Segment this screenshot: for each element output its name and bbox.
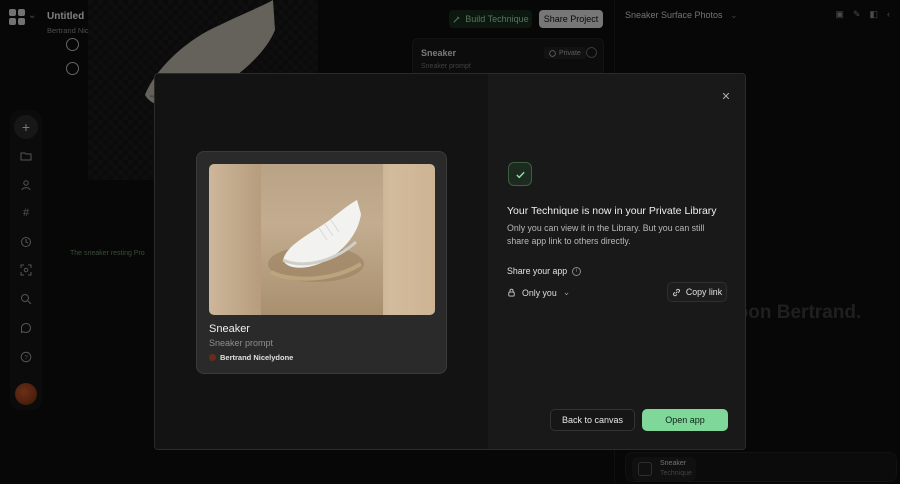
lock-icon (508, 288, 515, 297)
open-app-button[interactable]: Open app (642, 409, 728, 431)
close-icon[interactable]: ✕ (720, 90, 732, 103)
app-card-author: Bertrand Nicelydone (209, 353, 293, 362)
info-icon[interactable]: i (572, 266, 582, 276)
publish-success-modal: Sneaker Sneaker prompt Bertrand Nicelydo… (154, 73, 746, 450)
share-app-heading: Share your app i (507, 266, 582, 276)
app-card-subtitle: Sneaker prompt (209, 338, 274, 348)
sneaker-photo (261, 164, 383, 315)
success-description: Only you can view it in the Library. But… (507, 223, 705, 246)
copy-link-button[interactable]: Copy link (667, 282, 727, 302)
link-icon (673, 288, 680, 296)
modal-details-pane (488, 74, 745, 449)
app-root: ⌄ Untitled Bertrand Nicelydone's workspa… (0, 0, 900, 484)
access-dropdown[interactable]: Only you ⌄ (507, 287, 570, 298)
app-preview-image (209, 164, 435, 315)
chevron-down-icon: ⌄ (562, 287, 571, 297)
app-card-title: Sneaker (209, 323, 250, 335)
author-name: Bertrand Nicelydone (220, 353, 294, 362)
access-value: Only you (522, 287, 557, 298)
back-to-canvas-button[interactable]: Back to canvas (550, 409, 635, 431)
app-preview-card: Sneaker Sneaker prompt Bertrand Nicelydo… (196, 151, 447, 374)
share-app-label: Share your app (507, 266, 568, 276)
author-avatar (209, 354, 216, 361)
copy-link-label: Copy link (685, 287, 723, 297)
success-title: Your Technique is now in your Private Li… (507, 205, 717, 217)
check-icon (508, 162, 532, 186)
